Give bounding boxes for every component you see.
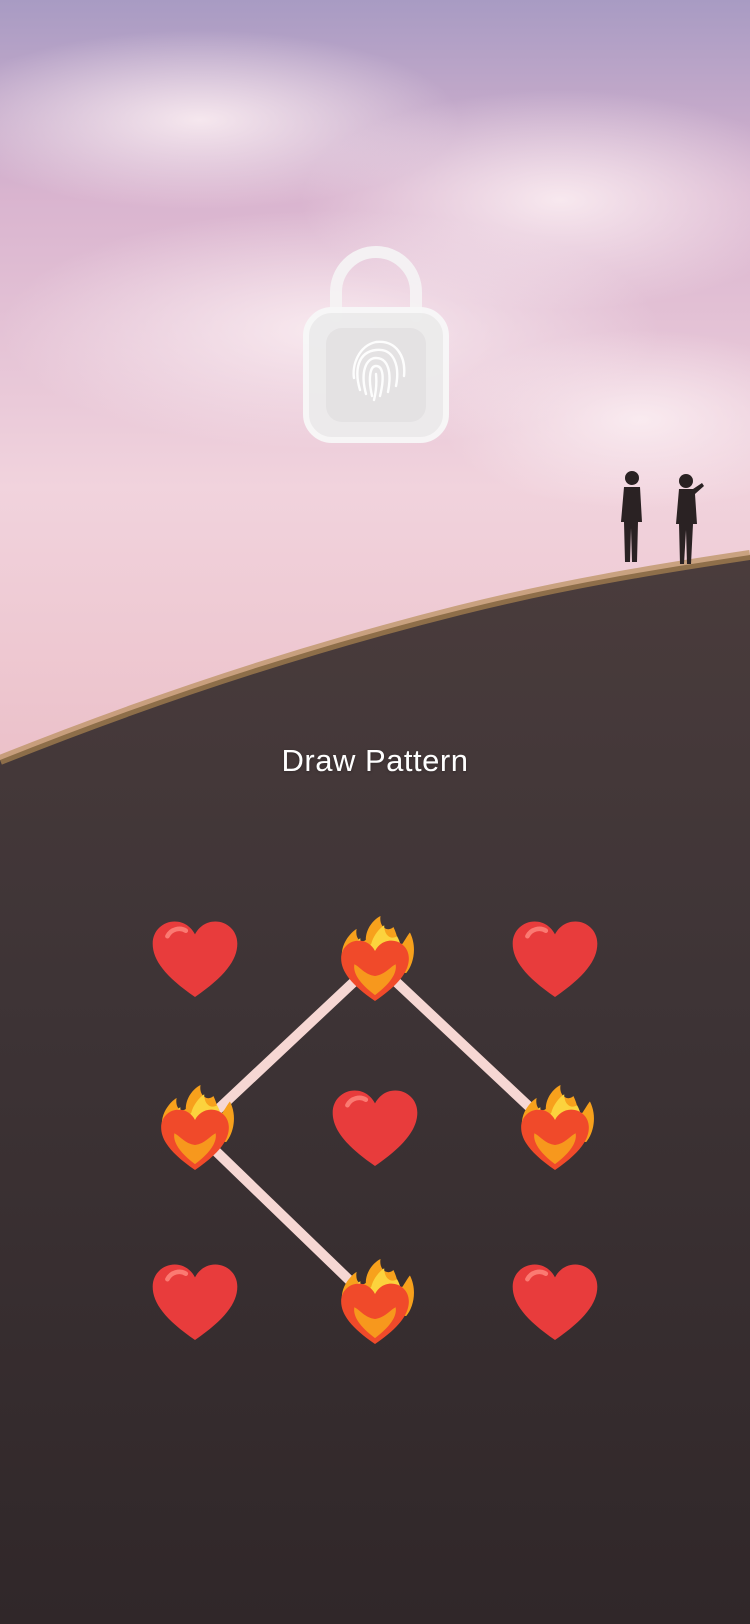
heart-on-fire-icon xyxy=(521,1085,594,1171)
pattern-node-4[interactable] xyxy=(145,1081,245,1181)
pattern-node-5[interactable] xyxy=(325,1081,425,1181)
red-heart-icon xyxy=(152,921,238,997)
red-heart-icon xyxy=(332,1090,418,1166)
pattern-node-9[interactable] xyxy=(505,1255,605,1355)
pattern-node-1[interactable] xyxy=(145,912,245,1012)
heart-on-fire-icon xyxy=(341,1259,414,1345)
red-heart-icon xyxy=(512,1264,598,1340)
pattern-node-7[interactable] xyxy=(145,1255,245,1355)
heart-on-fire-icon xyxy=(161,1085,234,1171)
pattern-path xyxy=(190,957,560,1310)
red-heart-icon xyxy=(512,921,598,997)
pattern-node-3[interactable] xyxy=(505,912,605,1012)
pattern-node-8[interactable] xyxy=(325,1255,425,1355)
pattern-node-2[interactable] xyxy=(325,912,425,1012)
red-heart-icon xyxy=(152,1264,238,1340)
pattern-node-6[interactable] xyxy=(505,1081,605,1181)
heart-on-fire-icon xyxy=(341,916,414,1002)
